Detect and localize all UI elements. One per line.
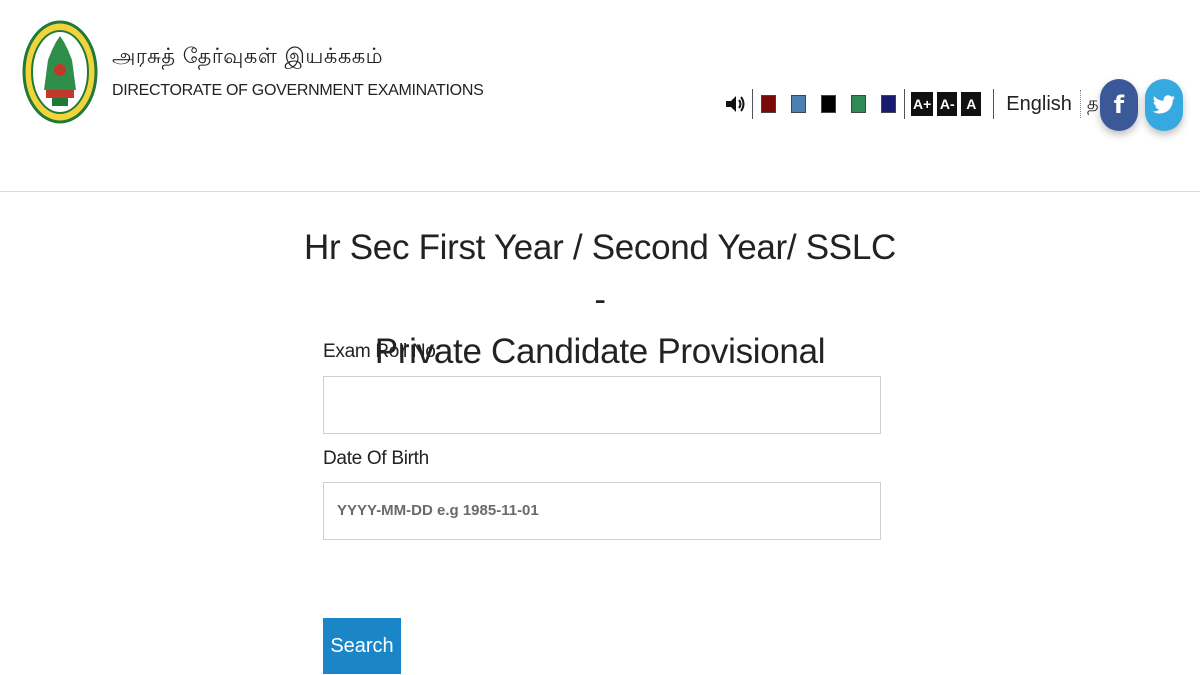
twitter-bird-icon xyxy=(1152,95,1176,114)
font-reset-button[interactable]: A xyxy=(961,92,982,116)
roll-number-label: Exam Roll No. xyxy=(323,341,441,362)
site-header: அரசுத் தேர்வுகள் இயக்ககம் DIRECTORATE OF… xyxy=(0,0,1200,192)
dob-input[interactable] xyxy=(323,482,881,540)
org-name-tamil: அரசுத் தேர்வுகள் இயக்ககம் xyxy=(112,44,384,68)
toolbar-divider xyxy=(993,89,995,119)
facebook-button[interactable]: f xyxy=(1100,79,1138,131)
theme-navy-swatch[interactable] xyxy=(881,95,896,113)
page: அரசுத் தேர்வுகள் இயக்ககம் DIRECTORATE OF… xyxy=(0,0,1200,675)
twitter-button[interactable] xyxy=(1145,79,1183,131)
org-name-english: DIRECTORATE OF GOVERNMENT EXAMINATIONS xyxy=(112,82,484,99)
font-increase-button[interactable]: A+ xyxy=(911,92,934,116)
theme-green-swatch[interactable] xyxy=(851,95,866,113)
language-english-link[interactable]: English xyxy=(998,93,1080,116)
theme-steel-blue-swatch[interactable] xyxy=(791,95,806,113)
accessibility-toolbar: A+ A- A English தமிழ் xyxy=(724,86,1139,122)
page-title-line-1: Hr Sec First Year / Second Year/ SSLC - xyxy=(303,228,896,319)
dob-label: Date Of Birth xyxy=(323,448,429,469)
toolbar-divider xyxy=(904,89,905,119)
theme-maroon-swatch[interactable] xyxy=(761,95,776,113)
tamil-nadu-emblem-icon xyxy=(22,20,98,124)
font-decrease-button[interactable]: A- xyxy=(937,92,958,116)
roll-number-input[interactable] xyxy=(323,376,881,434)
toolbar-divider xyxy=(752,89,753,119)
facebook-icon: f xyxy=(1113,91,1125,119)
search-button[interactable]: Search xyxy=(323,618,401,674)
speaker-icon[interactable] xyxy=(724,93,746,115)
theme-black-swatch[interactable] xyxy=(821,95,836,113)
